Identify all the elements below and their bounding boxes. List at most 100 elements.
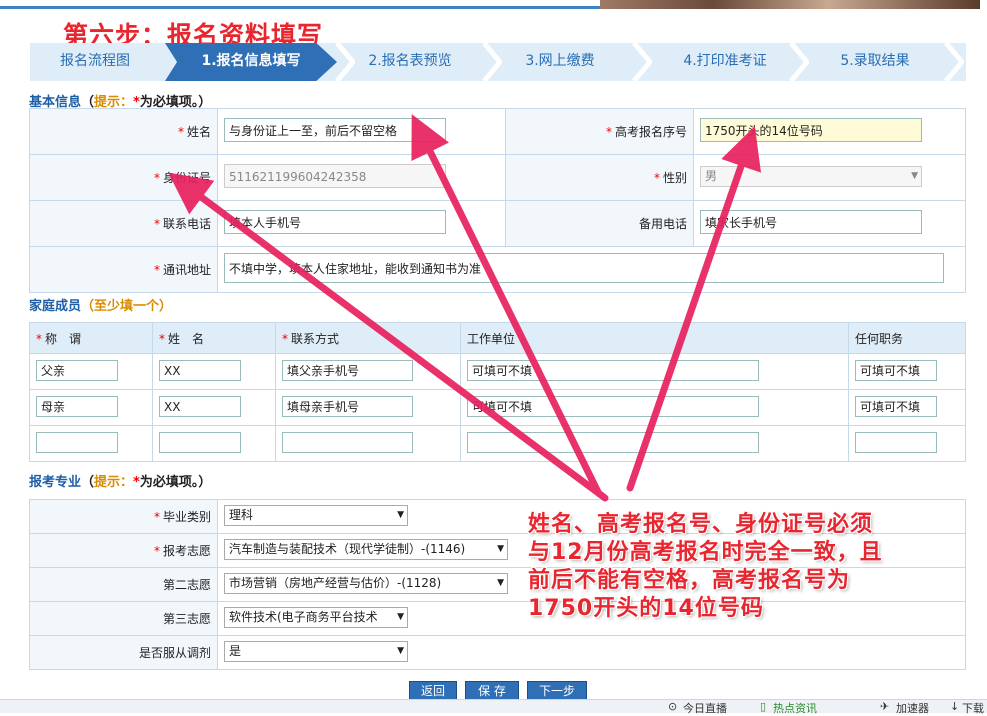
required-star: * [282, 331, 288, 346]
grad-type-select[interactable]: 理科 ▼ [224, 504, 408, 526]
family-header-text: 姓 名 [168, 331, 205, 346]
family-header-text: 联系方式 [291, 331, 340, 346]
chevron-down-icon: ▼ [397, 509, 404, 520]
required-star: * [159, 331, 165, 346]
table-row: 母亲 XX 填母亲手机号 可填可不填 可填可不填 [29, 389, 966, 426]
backup-phone-label-text: 备用电话 [638, 217, 687, 231]
member-work-input[interactable]: 可填可不填 [467, 395, 759, 417]
major-hint-star: * [133, 475, 140, 490]
top-banner [0, 0, 987, 10]
status-news-link[interactable]: 热点资讯 [773, 700, 817, 716]
exam-no-input[interactable]: 1750开头的14位号码 [700, 118, 922, 142]
phone-label-text: 联系电话 [162, 217, 211, 231]
id-input[interactable]: 511621199604242358 [224, 164, 446, 188]
name-label: * 姓名 [29, 108, 218, 155]
table-row: 父亲 XX 填父亲手机号 可填可不填 可填可不填 [29, 353, 966, 390]
choice3-select[interactable]: 软件技术(电子商务平台技术 ▼ [224, 606, 408, 628]
gender-select[interactable]: 男 ▼ [700, 165, 922, 187]
major-hint-text: 为必填项。） [139, 475, 212, 490]
member-work-input[interactable]: 可填可不填 [467, 359, 759, 381]
id-label-text: 身份证号 [162, 171, 211, 185]
member-name-input[interactable] [159, 431, 241, 453]
top-banner-photo [600, 0, 980, 9]
required-star: * [153, 171, 160, 185]
family-header-position: 任何职务 [848, 322, 966, 354]
member-name-input[interactable]: XX [159, 395, 241, 417]
family-header-name: * 姓 名 [152, 322, 276, 354]
flow-item-result[interactable]: 5.录取结果 [815, 43, 935, 81]
download-icon: ↓ [950, 700, 960, 713]
required-star: * [153, 263, 160, 277]
member-contact-input[interactable]: 填父亲手机号 [282, 359, 413, 381]
phone-input[interactable]: 填本人手机号 [224, 210, 446, 234]
status-accelerator-link[interactable]: 加速器 [896, 700, 929, 716]
flow-chevron-icon [789, 43, 809, 81]
required-star: * [653, 171, 660, 185]
member-contact-input[interactable]: 填母亲手机号 [282, 395, 413, 417]
accelerator-icon: ✈ [880, 700, 890, 713]
chevron-down-icon: ▼ [397, 611, 404, 622]
required-star: * [153, 544, 160, 558]
relation-input[interactable]: 母亲 [36, 395, 118, 417]
flow-item-preview[interactable]: 2.报名表预览 [340, 43, 480, 81]
member-position-input[interactable]: 可填可不填 [855, 359, 937, 381]
flow-item-fill-info[interactable]: 1.报名信息填写 [165, 43, 337, 81]
adjust-select[interactable]: 是 ▼ [224, 640, 408, 662]
family-header-text: 称 谓 [45, 331, 82, 346]
member-name-input[interactable]: XX [159, 359, 241, 381]
choice3-label: 第三志愿 [29, 601, 218, 636]
member-position-input[interactable] [855, 431, 937, 453]
name-label-text: 姓名 [186, 125, 211, 139]
news-icon: ▯ [760, 700, 767, 713]
relation-input[interactable]: 父亲 [36, 359, 118, 381]
family-header-work: 工作单位 [460, 322, 849, 354]
chevron-down-icon: ▼ [497, 543, 504, 554]
next-button[interactable]: 下一步 [527, 681, 587, 701]
status-download-link[interactable]: 下载 [962, 700, 984, 716]
address-label: * 通讯地址 [29, 246, 218, 293]
annotation-text: 姓名、高考报名号、身份证号必须 与12月份高考报名时完全一致，且 前后不能有空格… [528, 511, 883, 623]
flow-item-overview[interactable]: 报名流程图 [30, 43, 160, 81]
major-heading: 报考专业 [29, 475, 82, 490]
address-input[interactable]: 不填中学，填本人住家地址，能收到通知书为准 [224, 253, 944, 283]
backup-phone-input[interactable]: 填家长手机号 [700, 210, 922, 234]
gender-select-value: 男 [705, 168, 718, 183]
member-work-input[interactable] [467, 431, 759, 453]
live-icon: ⊙ [668, 700, 678, 713]
status-live-link[interactable]: 今日直播 [683, 700, 727, 716]
backup-phone-label: 备用电话 [505, 200, 694, 247]
annotation-line: 前后不能有空格，高考报名号为 [528, 568, 851, 593]
relation-input[interactable] [36, 431, 118, 453]
member-contact-input[interactable] [282, 431, 413, 453]
grad-type-label-text: 毕业类别 [162, 510, 211, 524]
member-position-input[interactable]: 可填可不填 [855, 395, 937, 417]
flow-chevron-icon [944, 43, 964, 81]
choice1-select[interactable]: 汽车制造与装配技术（现代学徒制）-(1146) ▼ [224, 538, 508, 560]
adjust-label: 是否服从调剂 [29, 635, 218, 670]
major-hint-label: 提示： [94, 475, 134, 490]
required-star: * [605, 125, 612, 139]
exam-no-label-text: 高考报名序号 [614, 125, 687, 139]
required-star: * [153, 217, 160, 231]
family-heading: 家庭成员 [29, 299, 82, 314]
flow-item-print-ticket[interactable]: 4.打印准考证 [655, 43, 795, 81]
choice2-value: 市场营销（房地产经营与估价）-(1128) [229, 575, 442, 590]
name-input[interactable]: 与身份证上一至，前后不留空格 [224, 118, 446, 142]
family-table: * 称 谓 * 姓 名 * 联系方式 工作单位 任何职务 父亲 XX 填父亲手机号 可… [29, 322, 966, 462]
major-hint-open: （ [81, 475, 95, 490]
phone-label: * 联系电话 [29, 200, 218, 247]
family-title: 家庭成员（至少填一个） [29, 295, 172, 314]
exam-no-label: * 高考报名序号 [505, 108, 694, 155]
family-header-contact: * 联系方式 [275, 322, 461, 354]
annotation-line: 与12月份高考报名时完全一致，且 [528, 540, 883, 565]
required-star: * [153, 510, 160, 524]
back-button[interactable]: 返回 [409, 681, 457, 701]
address-label-text: 通讯地址 [162, 263, 211, 277]
chevron-down-icon: ▼ [397, 645, 404, 656]
choice2-select[interactable]: 市场营销（房地产经营与估价）-(1128) ▼ [224, 572, 508, 594]
chevron-down-icon: ▼ [911, 170, 918, 181]
flow-item-payment[interactable]: 3.网上缴费 [500, 43, 620, 81]
basic-info-table: * 姓名 与身份证上一至，前后不留空格 * 高考报名序号 1750开头的14位号码 … [29, 108, 966, 293]
save-button[interactable]: 保 存 [465, 681, 519, 701]
flow-nav: 报名流程图 1.报名信息填写 2.报名表预览 3.网上缴费 4.打印准考证 5.… [30, 43, 966, 81]
